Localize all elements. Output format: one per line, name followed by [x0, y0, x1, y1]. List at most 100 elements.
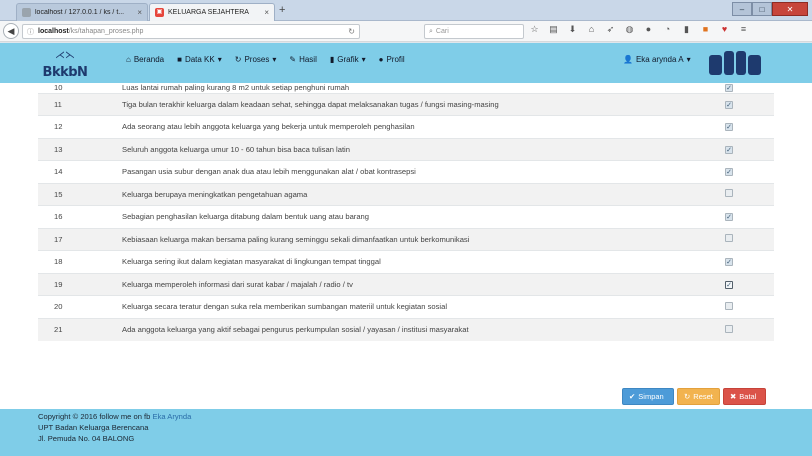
refresh-icon: ↻	[234, 55, 242, 64]
search-icon: ⌕	[429, 28, 433, 35]
organization-name: UPT Badan Keluarga Berencana	[38, 423, 149, 432]
checkbox-cell: ✓	[684, 92, 774, 116]
author-link[interactable]: Eka Arynda	[153, 412, 192, 421]
app-header: ⋌⋋ BkkbN ⌂ Beranda ■ Data KK ▾ ↻ Proses …	[0, 43, 812, 83]
sidebar-icon[interactable]: ▮	[680, 24, 693, 35]
browser-tab-bar: localhost / 127.0.0.1 / ks / t... × ▣ KE…	[0, 0, 812, 21]
criteria-text: Luas lantai rumah paling kurang 8 m2 unt…	[122, 83, 350, 93]
tab-favicon-icon	[22, 8, 31, 17]
reset-label: Reset	[693, 392, 713, 401]
folder-icon: ■	[177, 55, 182, 64]
menu-label: Proses	[244, 55, 270, 64]
criteria-text: Keluarga berupaya meningkatkan pengetahu…	[114, 182, 684, 206]
menu-item-profil[interactable]: ● Profil	[379, 55, 405, 64]
criteria-text: Sebagian penghasilan keluarga ditabung d…	[114, 205, 684, 228]
table-row: 17 Kebiasaan keluarga makan bersama palin…	[38, 227, 774, 251]
maximize-icon[interactable]: □	[752, 2, 772, 16]
criteria-checkbox[interactable]: ✓	[725, 145, 733, 154]
criteria-checkbox[interactable]: ✓	[725, 213, 733, 222]
cancel-button[interactable]: ✖ Batal	[723, 388, 766, 405]
search-input[interactable]: ⌕ Cari	[424, 24, 524, 39]
address-bar[interactable]: ⓘ localhost /ks/tahapan_proses.php ↻	[22, 24, 360, 39]
bar-chart-icon: ▮	[329, 55, 335, 64]
criteria-checkbox[interactable]: ✓	[725, 168, 733, 177]
browser-tab-phpmyadmin[interactable]: localhost / 127.0.0.1 / ks / t... ×	[16, 3, 148, 21]
edit-icon: ✎	[289, 55, 297, 64]
checkbox-cell	[684, 227, 774, 251]
close-tab-icon[interactable]: ×	[137, 8, 142, 17]
info-icon[interactable]: ⓘ	[27, 27, 34, 37]
row-number: 20	[38, 295, 114, 318]
info-icon: ●	[378, 55, 384, 64]
criteria-text: Seluruh anggota keluarga umur 10 - 60 ta…	[114, 137, 684, 161]
home-icon[interactable]: ⌂	[585, 24, 598, 35]
table-row: 15 Keluarga berupaya meningkatkan pengeta…	[38, 182, 774, 206]
table-row: 14 Pasangan usia subur dengan anak dua at…	[38, 160, 774, 183]
criteria-table: 10 Luas lantai rumah paling kurang 8 m2 u…	[38, 83, 774, 341]
close-window-icon[interactable]: ✕	[772, 2, 808, 16]
checkbox-cell: ✓	[684, 272, 774, 296]
save-button[interactable]: ✔ Simpan	[622, 388, 674, 405]
reset-button[interactable]: ↻ Reset	[677, 388, 720, 405]
menu-label: Profil	[386, 55, 405, 64]
copyright-line: Copyright © 2016 follow me on fb Eka Ary…	[38, 411, 812, 422]
family-logo	[705, 45, 765, 81]
logo-text: BkkbN	[42, 65, 88, 80]
criteria-checkbox[interactable]: ✓	[725, 280, 733, 289]
check-icon: ✔	[629, 392, 636, 401]
criteria-checkbox[interactable]: ✓	[725, 258, 733, 267]
addon-icon[interactable]: ◔	[661, 24, 674, 35]
row-number: 16	[38, 205, 114, 228]
chat-icon[interactable]: ●	[642, 24, 655, 35]
table-row: 13 Seluruh anggota keluarga umur 10 - 60 …	[38, 137, 774, 161]
cancel-label: Batal	[739, 392, 757, 401]
send-icon[interactable]: ➶	[604, 24, 617, 35]
table-row: 21 Ada anggota keluarga yang aktif sebaga…	[38, 317, 774, 341]
save-label: Simpan	[638, 392, 664, 401]
criteria-checkbox[interactable]: ✓	[725, 84, 733, 93]
download-icon[interactable]: ⬇	[566, 24, 579, 35]
menu-label: Beranda	[133, 55, 165, 64]
criteria-checkbox[interactable]: ✓	[725, 123, 733, 132]
criteria-checkbox[interactable]	[725, 324, 733, 333]
main-menu: ⌂ Beranda ■ Data KK ▾ ↻ Proses ▾ ✎ Hasil…	[126, 55, 405, 64]
criteria-text: Ada seorang atau lebih anggota keluarga …	[114, 115, 684, 138]
tab-favicon-icon: ▣	[155, 8, 164, 17]
chevron-down-icon: ▾	[361, 55, 366, 64]
table-row: 12 Ada seorang atau lebih anggota keluarg…	[38, 115, 774, 138]
checkbox-cell: ✓	[684, 250, 774, 273]
menu-item-data-kk[interactable]: ■ Data KK ▾	[177, 55, 222, 64]
checkbox-cell: ✓	[684, 205, 774, 228]
reading-list-icon[interactable]: ▤	[547, 24, 560, 35]
minimize-icon[interactable]: –	[732, 2, 752, 16]
criteria-checkbox[interactable]	[725, 301, 733, 310]
bkkbn-logo[interactable]: ⋌⋋ BkkbN	[40, 46, 90, 80]
bookmark-star-icon[interactable]: ☆	[528, 24, 541, 35]
back-arrow-icon[interactable]: ◀	[3, 23, 19, 39]
addon-orange-icon[interactable]: ■	[699, 24, 712, 35]
criteria-text: Kebiasaan keluarga makan bersama paling …	[114, 227, 684, 251]
menu-item-beranda[interactable]: ⌂ Beranda	[126, 55, 164, 64]
menu-item-hasil[interactable]: ✎ Hasil	[289, 55, 316, 64]
row-number: 17	[38, 227, 114, 251]
menu-item-grafik[interactable]: ▮ Grafik ▾	[330, 55, 366, 64]
chevron-down-icon: ▾	[272, 55, 277, 64]
criteria-checkbox[interactable]	[725, 234, 733, 243]
user-menu[interactable]: 👤 Eka arynda A ▾	[623, 55, 691, 64]
criteria-checkbox[interactable]: ✓	[725, 100, 733, 109]
checkbox-cell: ✓	[684, 115, 774, 138]
close-tab-icon[interactable]: ×	[264, 8, 269, 17]
checkbox-cell	[684, 182, 774, 206]
menu-item-proses[interactable]: ↻ Proses ▾	[235, 55, 277, 64]
page-footer: Copyright © 2016 follow me on fb Eka Ary…	[0, 409, 812, 456]
menu-icon[interactable]: ≡	[737, 24, 750, 35]
user-name: Eka arynda A	[635, 55, 684, 64]
extension-icon[interactable]: ◍	[623, 24, 636, 35]
table-row: 11 Tiga bulan terakhir keluarga dalam kea…	[38, 92, 774, 116]
checkbox-cell	[684, 295, 774, 318]
criteria-checkbox[interactable]	[725, 189, 733, 198]
shield-icon[interactable]: ♥	[718, 24, 731, 35]
reload-icon[interactable]: ↻	[348, 27, 355, 36]
browser-tab-keluarga-sejahtera[interactable]: ▣ KELUARGA SEJAHTERA ×	[149, 3, 275, 21]
new-tab-button[interactable]: +	[279, 4, 285, 16]
